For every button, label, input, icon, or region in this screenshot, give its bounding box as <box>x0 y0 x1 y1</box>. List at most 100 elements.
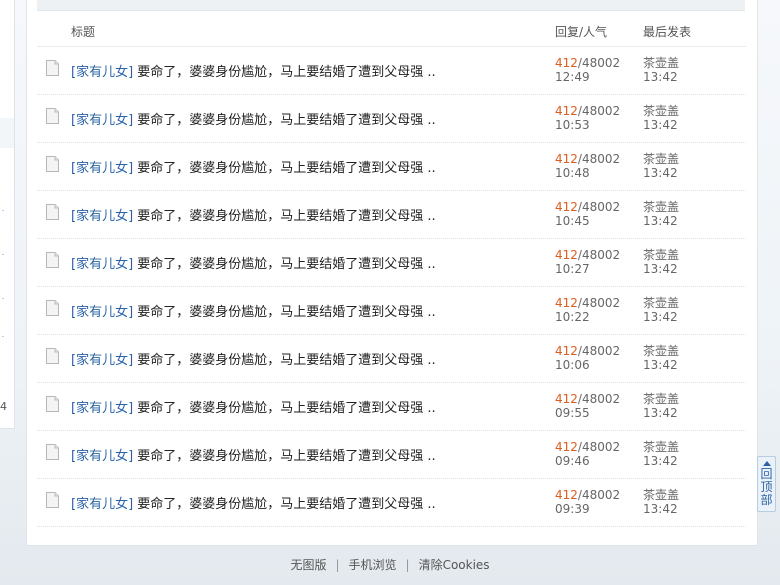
thread-title-cell: [家有儿女] 要命了，婆婆身份尴尬，马上要结婚了遭到父母强 .. <box>71 301 436 320</box>
file-icon <box>46 252 59 268</box>
post-time: 09:39 <box>555 502 590 516</box>
thread-category-link[interactable]: [家有儿女] <box>71 353 133 368</box>
thread-category-link[interactable]: [家有儿女] <box>71 65 133 80</box>
thread-title-link[interactable]: 要命了，婆婆身份尴尬，马上要结婚了遭到父母强 .. <box>137 113 435 128</box>
last-post-author[interactable]: 茶壶盖 <box>643 488 679 502</box>
last-post-author[interactable]: 茶壶盖 <box>643 344 679 358</box>
last-post-info: 茶壶盖 13:42 <box>643 200 679 228</box>
sidebar-selected-item[interactable] <box>0 118 14 148</box>
file-icon <box>46 108 59 124</box>
thread-stats: 412/48002 09:46 <box>555 440 620 468</box>
left-sidebar: 4 <box>0 0 15 429</box>
reply-count: 412 <box>555 248 578 262</box>
last-post-author[interactable]: 茶壶盖 <box>643 248 679 262</box>
thread-row[interactable]: [家有儿女] 要命了，婆婆身份尴尬，马上要结婚了遭到父母强 .. 412/4800… <box>37 47 746 95</box>
last-post-author[interactable]: 茶壶盖 <box>643 200 679 214</box>
thread-list-header: 标题 回复/人气 最后发表 <box>37 14 746 47</box>
footer-link-text-mode[interactable]: 无图版 <box>290 558 326 572</box>
arrow-up-icon <box>762 461 771 466</box>
thread-stats: 412/48002 10:53 <box>555 104 620 132</box>
thread-title-link[interactable]: 要命了，婆婆身份尴尬，马上要结婚了遭到父母强 .. <box>137 401 435 416</box>
last-post-author[interactable]: 茶壶盖 <box>643 104 679 118</box>
thread-stats: 412/48002 10:22 <box>555 296 620 324</box>
post-time: 10:48 <box>555 166 590 180</box>
last-post-info: 茶壶盖 13:42 <box>643 440 679 468</box>
thread-category-link[interactable]: [家有儿女] <box>71 449 133 464</box>
footer-links: 无图版 | 手机浏览 | 清除Cookies <box>0 556 780 573</box>
thread-row[interactable]: [家有儿女] 要命了，婆婆身份尴尬，马上要结婚了遭到父母强 .. 412/4800… <box>37 335 746 383</box>
thread-title-link[interactable]: 要命了，婆婆身份尴尬，马上要结婚了遭到父母强 .. <box>137 257 435 272</box>
reply-count: 412 <box>555 56 578 70</box>
file-icon <box>46 156 59 172</box>
thread-stats: 412/48002 09:39 <box>555 488 620 516</box>
thread-category-link[interactable]: [家有儿女] <box>71 161 133 176</box>
last-post-author[interactable]: 茶壶盖 <box>643 152 679 166</box>
last-post-time: 13:42 <box>643 118 678 132</box>
last-post-time: 13:42 <box>643 262 678 276</box>
thread-stats: 412/48002 10:45 <box>555 200 620 228</box>
sidebar-divider <box>2 254 4 255</box>
last-post-info: 茶壶盖 13:42 <box>643 296 679 324</box>
thread-row[interactable]: [家有儿女] 要命了，婆婆身份尴尬，马上要结婚了遭到父母强 .. 412/4800… <box>37 191 746 239</box>
last-post-info: 茶壶盖 13:42 <box>643 344 679 372</box>
thread-category-link[interactable]: [家有儿女] <box>71 305 133 320</box>
thread-row[interactable]: [家有儿女] 要命了，婆婆身份尴尬，马上要结婚了遭到父母强 .. 412/4800… <box>37 431 746 479</box>
thread-row[interactable]: [家有儿女] 要命了，婆婆身份尴尬，马上要结婚了遭到父母强 .. 412/4800… <box>37 239 746 287</box>
thread-title-link[interactable]: 要命了，婆婆身份尴尬，马上要结婚了遭到父母强 .. <box>137 449 435 464</box>
footer-link-mobile[interactable]: 手机浏览 <box>349 558 397 572</box>
view-count: /48002 <box>577 248 621 262</box>
thread-title-link[interactable]: 要命了，婆婆身份尴尬，马上要结婚了遭到父母强 .. <box>137 305 435 320</box>
reply-count: 412 <box>555 440 578 454</box>
last-post-time: 13:42 <box>643 310 678 324</box>
thread-title-link[interactable]: 要命了，婆婆身份尴尬，马上要结婚了遭到父母强 .. <box>137 161 435 176</box>
reply-count: 412 <box>555 392 578 406</box>
file-icon <box>46 396 59 412</box>
thread-category-link[interactable]: [家有儿女] <box>71 209 133 224</box>
last-post-time: 13:42 <box>643 70 678 84</box>
view-count: /48002 <box>577 152 621 166</box>
thread-title-cell: [家有儿女] 要命了，婆婆身份尴尬，马上要结婚了遭到父母强 .. <box>71 397 436 416</box>
thread-stats: 412/48002 09:55 <box>555 392 620 420</box>
thread-title-cell: [家有儿女] 要命了，婆婆身份尴尬，马上要结婚了遭到父母强 .. <box>71 253 436 272</box>
thread-title-link[interactable]: 要命了，婆婆身份尴尬，马上要结婚了遭到父母强 .. <box>137 353 435 368</box>
thread-title-link[interactable]: 要命了，婆婆身份尴尬，马上要结婚了遭到父母强 .. <box>137 497 435 512</box>
sidebar-number: 4 <box>0 400 7 413</box>
thread-row[interactable]: [家有儿女] 要命了，婆婆身份尴尬，马上要结婚了遭到父母强 .. 412/4800… <box>37 479 746 527</box>
post-time: 10:22 <box>555 310 590 324</box>
last-post-author[interactable]: 茶壶盖 <box>643 392 679 406</box>
column-header-stats[interactable]: 回复/人气 <box>555 23 607 40</box>
thread-title-cell: [家有儿女] 要命了，婆婆身份尴尬，马上要结婚了遭到父母强 .. <box>71 493 436 512</box>
thread-category-link[interactable]: [家有儿女] <box>71 113 133 128</box>
back-to-top-label: 回顶部 <box>760 467 773 507</box>
thread-row[interactable]: [家有儿女] 要命了，婆婆身份尴尬，马上要结婚了遭到父母强 .. 412/4800… <box>37 143 746 191</box>
column-header-title[interactable]: 标题 <box>71 23 95 40</box>
last-post-author[interactable]: 茶壶盖 <box>643 56 679 70</box>
thread-stats: 412/48002 10:27 <box>555 248 620 276</box>
thread-row[interactable]: [家有儿女] 要命了，婆婆身份尴尬，马上要结婚了遭到父母强 .. 412/4800… <box>37 95 746 143</box>
footer-link-clear-cookies[interactable]: 清除Cookies <box>419 558 490 572</box>
file-icon <box>46 60 59 76</box>
back-to-top-button[interactable]: 回顶部 <box>757 456 776 512</box>
post-time: 12:49 <box>555 70 590 84</box>
last-post-info: 茶壶盖 13:42 <box>643 488 679 516</box>
thread-category-link[interactable]: [家有儿女] <box>71 257 133 272</box>
thread-category-link[interactable]: [家有儿女] <box>71 401 133 416</box>
last-post-info: 茶壶盖 13:42 <box>643 152 679 180</box>
sidebar-divider <box>2 210 4 211</box>
thread-title-link[interactable]: 要命了，婆婆身份尴尬，马上要结婚了遭到父母强 .. <box>137 209 435 224</box>
thread-stats: 412/48002 10:06 <box>555 344 620 372</box>
thread-stats: 412/48002 12:49 <box>555 56 620 84</box>
thread-title-link[interactable]: 要命了，婆婆身份尴尬，马上要结婚了遭到父母强 .. <box>137 65 435 80</box>
column-header-last-post[interactable]: 最后发表 <box>643 23 691 40</box>
thread-title-cell: [家有儿女] 要命了，婆婆身份尴尬，马上要结婚了遭到父母强 .. <box>71 157 436 176</box>
file-icon <box>46 204 59 220</box>
last-post-author[interactable]: 茶壶盖 <box>643 296 679 310</box>
thread-category-link[interactable]: [家有儿女] <box>71 497 133 512</box>
thread-row[interactable]: [家有儿女] 要命了，婆婆身份尴尬，马上要结婚了遭到父母强 .. 412/4800… <box>37 287 746 335</box>
file-icon <box>46 492 59 508</box>
reply-count: 412 <box>555 200 578 214</box>
last-post-time: 13:42 <box>643 502 678 516</box>
thread-row[interactable]: [家有儿女] 要命了，婆婆身份尴尬，马上要结婚了遭到父母强 .. 412/4800… <box>37 383 746 431</box>
thread-title-cell: [家有儿女] 要命了，婆婆身份尴尬，马上要结婚了遭到父母强 .. <box>71 349 436 368</box>
last-post-author[interactable]: 茶壶盖 <box>643 440 679 454</box>
